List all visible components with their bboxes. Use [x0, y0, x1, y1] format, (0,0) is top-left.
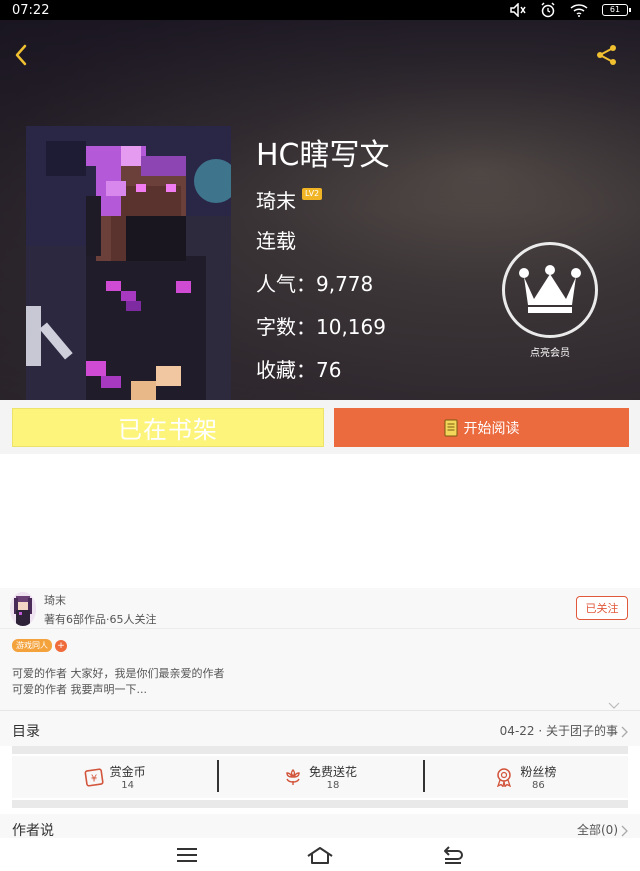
book-author[interactable]: 琦末: [256, 185, 296, 214]
blank-area: [0, 454, 640, 588]
battery-icon: 61: [602, 4, 631, 16]
toc-latest-chapter: 04-22 · 关于团子的事: [499, 724, 618, 738]
tag-row: 游戏同人 +: [12, 639, 67, 652]
book-title: HC瞎写文: [256, 138, 390, 173]
book-hero: HC瞎写文 琦末 LV2 连载 人气：9,778 字数：10,169 收藏：76…: [0, 20, 640, 400]
vip-label: 点亮会员: [530, 348, 570, 359]
home-button[interactable]: [300, 841, 340, 869]
home-icon: [307, 846, 333, 864]
status-icons: 61: [510, 2, 631, 18]
send-flowers-text: 免费送花 18: [309, 763, 357, 791]
mute-icon: [510, 3, 526, 17]
book-word-count: 字数：10,169: [256, 315, 386, 339]
description-line-2: 可爱的作者 我要声明一下...: [12, 683, 147, 696]
description-block[interactable]: 游戏同人 + 可爱的作者 大家好，我是你们最亲爱的作者 可爱的作者 我要声明一下…: [0, 628, 640, 710]
book-cover[interactable]: [26, 126, 231, 400]
menu-icon: [176, 847, 197, 862]
start-reading-button[interactable]: 开始阅读: [334, 408, 629, 447]
crown-icon: [519, 265, 581, 313]
reward-coins-value: 14: [121, 780, 135, 791]
divider: [12, 746, 628, 754]
author-card-meta: 著有6部作品·65人关注: [44, 613, 157, 626]
stats-row: ¥ 赏金币 14 免费送花 18 粉丝榜 86: [12, 756, 628, 798]
add-tag-button[interactable]: +: [55, 639, 67, 652]
menu-button[interactable]: [167, 841, 207, 869]
reward-coins-label: 赏金币: [109, 765, 146, 779]
vip-circle: [502, 242, 598, 338]
send-flowers-value: 18: [326, 780, 340, 791]
back-icon: [444, 845, 464, 864]
author-avatar[interactable]: [10, 592, 36, 626]
book-favorites: 收藏：76: [256, 358, 342, 382]
system-back-button[interactable]: [433, 841, 473, 869]
fan-ranking-value: 86: [531, 780, 545, 791]
back-button[interactable]: [6, 40, 36, 70]
author-card[interactable]: 琦末 著有6部作品·65人关注 已关注: [0, 588, 640, 628]
status-time: 07:22: [12, 2, 50, 18]
reward-coins-text: 赏金币 14: [110, 763, 146, 791]
book-popularity: 人气：9,778: [256, 272, 374, 296]
fan-ranking-label: 粉丝榜: [520, 765, 557, 779]
system-nav-bar: [0, 838, 640, 871]
tag-fan-fiction[interactable]: 游戏同人: [12, 639, 52, 652]
table-of-contents-row[interactable]: 目录 04-22 · 关于团子的事: [0, 710, 640, 746]
fan-ranking-text: 粉丝榜 86: [520, 763, 556, 791]
share-icon: [597, 45, 616, 65]
flower-icon: [286, 769, 300, 785]
toc-label: 目录: [12, 724, 40, 740]
action-bar: 已在书架 开始阅读: [0, 400, 640, 454]
author-says-all[interactable]: 全部(0): [577, 821, 618, 838]
share-button[interactable]: [592, 40, 622, 70]
send-flowers-label: 免费送花: [308, 765, 357, 779]
svg-text:¥: ¥: [90, 774, 96, 785]
chevron-right-icon: [621, 723, 628, 742]
description-line-1: 可爱的作者 大家好，我是你们最亲爱的作者: [12, 667, 225, 680]
alarm-icon: [540, 2, 556, 18]
book-icon: [444, 419, 457, 436]
reward-coin-icon: ¥: [84, 768, 104, 787]
vip-button[interactable]: 点亮会员: [500, 242, 600, 359]
book-author-row[interactable]: 琦末 LV2: [256, 182, 390, 216]
status-bar: 07:22 61: [0, 0, 640, 20]
author-level-badge: LV2: [302, 188, 323, 200]
start-reading-label: 开始阅读: [463, 420, 520, 437]
send-flowers-button[interactable]: 免费送花 18: [217, 756, 422, 798]
book-info: HC瞎写文 琦末 LV2 连载 人气：9,778 字数：10,169 收藏：76: [256, 136, 390, 396]
divider: [12, 800, 628, 808]
chevron-left-icon: [15, 44, 27, 66]
book-status: 连载: [256, 229, 296, 253]
following-button[interactable]: 已关注: [576, 596, 628, 620]
wifi-icon: [570, 3, 588, 17]
fan-ranking-button[interactable]: 粉丝榜 86: [422, 756, 628, 798]
author-card-name[interactable]: 琦末: [44, 592, 66, 608]
reward-coins-button[interactable]: ¥ 赏金币 14: [12, 756, 217, 798]
on-shelf-button[interactable]: 已在书架: [12, 408, 324, 447]
author-says-row[interactable]: 作者说 全部(0): [0, 814, 640, 839]
author-says-label: 作者说: [12, 823, 54, 839]
medal-icon: [497, 768, 512, 787]
